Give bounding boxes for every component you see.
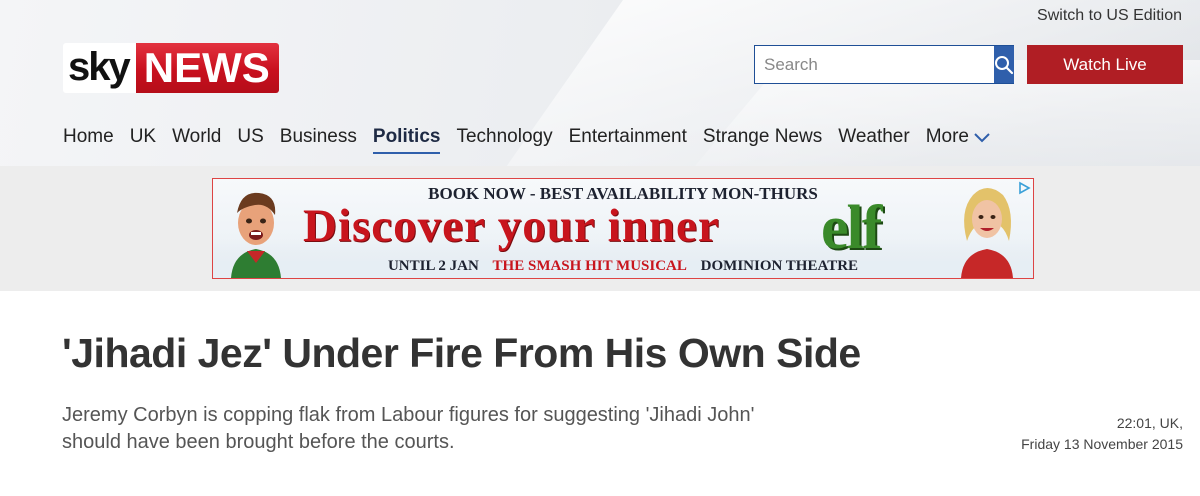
nav-item-strange-news[interactable]: Strange News <box>703 126 822 148</box>
ad-bottom-venue: DOMINION THEATRE <box>700 258 859 274</box>
nav-item-business[interactable]: Business <box>280 126 357 148</box>
ad-main-line: Discover your inner <box>303 200 720 252</box>
advertisement-banner[interactable]: BOOK NOW - BEST AVAILABILITY MON-THURS D… <box>212 178 1034 279</box>
article-date: Friday 13 November 2015 <box>1021 436 1183 452</box>
search-box <box>754 45 1014 84</box>
switch-edition-link[interactable]: Switch to US Edition <box>1037 7 1182 25</box>
nav-item-us[interactable]: US <box>237 126 263 148</box>
ad-bottom-line: UNTIL 2 JAN THE SMASH HIT MUSICAL DOMINI… <box>213 258 1033 275</box>
nav-item-uk[interactable]: UK <box>130 126 156 148</box>
ad-bottom-tagline: THE SMASH HIT MUSICAL <box>492 258 687 274</box>
nav-item-home[interactable]: Home <box>63 126 114 148</box>
article-time: 22:01, UK, <box>1116 415 1183 431</box>
main-nav: Home UK World US Business Politics Techn… <box>63 126 1007 154</box>
article-standfirst: Jeremy Corbyn is copping flak from Labou… <box>62 404 755 453</box>
ad-brand-elf: elf <box>821 194 882 262</box>
search-button[interactable] <box>994 46 1014 83</box>
ad-actress-right-image <box>961 188 1013 278</box>
nav-item-technology[interactable]: Technology <box>456 126 552 148</box>
article-timestamp: 22:01, UK, Friday 13 November 2015 <box>1021 413 1183 455</box>
article-headline: 'Jihadi Jez' Under Fire From His Own Sid… <box>62 330 861 376</box>
chevron-down-icon <box>974 133 990 143</box>
logo-news-text: NEWS <box>135 43 279 93</box>
nav-more-label: More <box>925 126 969 147</box>
watch-live-button[interactable]: Watch Live <box>1027 45 1183 84</box>
search-input[interactable] <box>755 46 994 83</box>
ad-bottom-dates: UNTIL 2 JAN <box>387 258 479 274</box>
nav-item-politics[interactable]: Politics <box>372 126 440 154</box>
sky-news-logo[interactable]: sky NEWS <box>63 43 279 93</box>
adchoices-icon[interactable] <box>1017 181 1031 195</box>
logo-sky-text: sky <box>63 43 136 93</box>
nav-item-entertainment[interactable]: Entertainment <box>569 126 687 148</box>
search-icon <box>995 55 1014 74</box>
nav-item-world[interactable]: World <box>172 126 221 148</box>
nav-more-menu[interactable]: More <box>926 126 991 148</box>
nav-item-weather[interactable]: Weather <box>838 126 909 148</box>
